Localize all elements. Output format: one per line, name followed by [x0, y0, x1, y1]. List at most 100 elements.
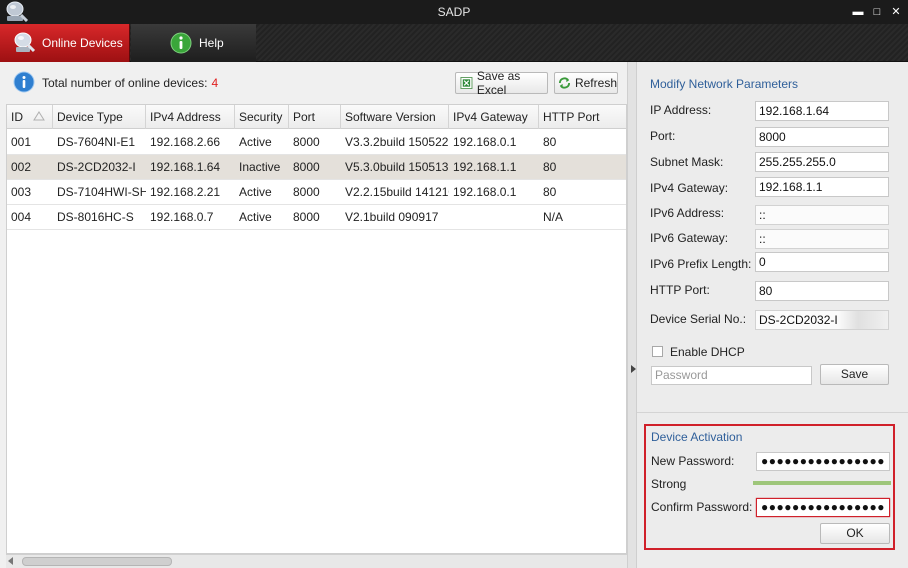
- info-icon: [170, 32, 192, 54]
- password-strength-label: Strong: [651, 477, 687, 491]
- tab-bar: Online Devices Help: [0, 24, 908, 62]
- cell-http-port: 80: [543, 185, 557, 199]
- enable-dhcp-label: Enable DHCP: [670, 345, 745, 359]
- subnet-mask-field[interactable]: 255.255.255.0: [755, 152, 889, 172]
- cell-software-version: V2.1build 090917: [345, 210, 439, 224]
- refresh-icon: [558, 77, 571, 89]
- ipv6-gateway-label: IPv6 Gateway:: [650, 231, 729, 245]
- cell-security: Active: [239, 135, 272, 149]
- cell-ipv4-address: 192.168.2.21: [150, 185, 221, 199]
- ip-address-field[interactable]: 192.168.1.64: [755, 101, 889, 121]
- sadp-window: SADP ▬ □ ✕ Online Devices Help Total num…: [0, 0, 908, 568]
- close-button[interactable]: ✕: [889, 5, 903, 19]
- maximize-button[interactable]: □: [870, 5, 884, 19]
- port-label: Port:: [650, 129, 676, 143]
- ipv6-address-label: IPv6 Address:: [650, 206, 725, 220]
- cell-ipv4-address: 192.168.0.7: [150, 210, 214, 224]
- cell-ipv4-address: 192.168.1.64: [150, 160, 221, 174]
- cell-port: 8000: [293, 210, 320, 224]
- table-row[interactable]: 003 DS-7104HWI-SH 192.168.2.21 Active 80…: [7, 180, 626, 205]
- column-header-port[interactable]: Port: [289, 105, 341, 129]
- device-toolbar: Total number of online devices: 4 Save as…: [0, 62, 627, 102]
- cell-ipv4-address: 192.168.2.66: [150, 135, 221, 149]
- column-header-device-type[interactable]: Device Type: [53, 105, 146, 129]
- total-devices-count: 4: [211, 76, 219, 90]
- cell-ipv4-gateway: 192.168.0.1: [453, 135, 517, 149]
- column-header-id-label: ID: [11, 110, 23, 124]
- column-header-security[interactable]: Security: [235, 105, 289, 129]
- device-serial-value: DS-2CD2032-I: [759, 313, 838, 327]
- cell-device-type: DS-7104HWI-SH: [57, 185, 146, 199]
- table-row[interactable]: 001 DS-7604NI-E1 192.168.2.66 Active 800…: [7, 130, 626, 155]
- total-devices-text: Total number of online devices: 4: [42, 76, 218, 90]
- column-header-software-version[interactable]: Software Version: [341, 105, 449, 129]
- cell-device-type: DS-2CD2032-I: [57, 160, 136, 174]
- window-title: SADP: [437, 5, 471, 19]
- total-devices-label: Total number of online devices:: [42, 76, 208, 90]
- cell-ipv4-gateway: [449, 205, 539, 230]
- ipv4-gateway-field[interactable]: 192.168.1.1: [755, 177, 889, 197]
- device-activation-panel: Device Activation New Password: ●●●●●●●●…: [644, 424, 895, 550]
- tab-help[interactable]: Help: [131, 24, 256, 62]
- sort-ascending-icon: [33, 111, 45, 121]
- minimize-button[interactable]: ▬: [851, 5, 865, 19]
- refresh-button[interactable]: Refresh: [554, 72, 618, 94]
- serial-redaction: [838, 311, 888, 329]
- cell-http-port: 80: [543, 135, 557, 149]
- confirm-password-field[interactable]: ●●●●●●●●●●●●●●●●: [756, 498, 890, 517]
- port-field[interactable]: 8000: [755, 127, 889, 147]
- cell-ipv4-gateway: 192.168.0.1: [453, 185, 517, 199]
- horizontal-scrollbar[interactable]: [6, 554, 627, 568]
- cell-http-port: 80: [543, 160, 557, 174]
- new-password-field[interactable]: ●●●●●●●●●●●●●●●●: [756, 452, 890, 471]
- tab-online-devices[interactable]: Online Devices: [0, 24, 130, 62]
- enable-dhcp-checkbox[interactable]: [652, 346, 663, 357]
- column-header-http-port[interactable]: HTTP Port: [539, 105, 626, 129]
- column-header-id[interactable]: ID: [7, 105, 53, 129]
- ipv4-gateway-label: IPv4 Gateway:: [650, 181, 729, 195]
- column-header-ipv4-gateway[interactable]: IPv4 Gateway: [449, 105, 539, 129]
- scrollbar-thumb[interactable]: [22, 557, 172, 566]
- cell-id: 003: [11, 185, 32, 199]
- http-port-label: HTTP Port:: [650, 283, 710, 297]
- section-divider: [637, 412, 908, 413]
- cell-security: Inactive: [239, 160, 281, 174]
- pane-splitter[interactable]: [627, 62, 637, 568]
- collapse-arrow-icon[interactable]: [631, 365, 636, 373]
- title-bar: SADP ▬ □ ✕: [0, 0, 908, 24]
- password-strength-bar: [753, 481, 891, 485]
- table-header: ID Device Type IPv4 Address Security Por…: [7, 105, 626, 129]
- ipv6-gateway-field[interactable]: ::: [755, 229, 889, 249]
- save-button[interactable]: Save: [820, 364, 889, 385]
- cell-security: Active: [239, 185, 272, 199]
- device-table: ID Device Type IPv4 Address Security Por…: [6, 104, 627, 554]
- new-password-label: New Password:: [651, 454, 735, 468]
- refresh-label: Refresh: [574, 76, 617, 90]
- cell-ipv4-gateway: 192.168.1.1: [453, 160, 517, 174]
- cell-port: 8000: [293, 185, 320, 199]
- ip-address-label: IP Address:: [650, 103, 712, 117]
- cell-device-type: DS-7604NI-E1: [57, 135, 136, 149]
- table-row[interactable]: 004 DS-8016HC-S 192.168.0.7 Active 8000 …: [7, 205, 626, 230]
- column-header-ipv4-address[interactable]: IPv4 Address: [146, 105, 235, 129]
- cell-software-version: V2.2.15build 141210: [345, 185, 449, 199]
- cell-port: 8000: [293, 135, 320, 149]
- cell-port: 8000: [293, 160, 320, 174]
- parameters-pane: Modify Network Parameters IP Address: 19…: [637, 62, 908, 568]
- cell-id: 001: [11, 135, 32, 149]
- table-row-selected[interactable]: 002 DS-2CD2032-I 192.168.1.64 Inactive 8…: [7, 155, 626, 180]
- ipv6-prefix-length-field[interactable]: 0: [755, 252, 889, 272]
- ok-button[interactable]: OK: [820, 523, 890, 544]
- info-icon: [13, 71, 35, 93]
- ipv6-address-field[interactable]: ::: [755, 205, 889, 225]
- device-activation-title: Device Activation: [651, 430, 743, 444]
- excel-icon: [460, 77, 473, 89]
- save-as-excel-button[interactable]: Save as Excel: [455, 69, 548, 97]
- save-as-excel-label: Save as Excel: [476, 69, 521, 97]
- device-serial-field[interactable]: DS-2CD2032-I: [755, 310, 889, 330]
- cell-id: 004: [11, 210, 32, 224]
- scroll-left-icon[interactable]: [8, 557, 13, 565]
- cell-http-port: N/A: [543, 210, 564, 224]
- http-port-field[interactable]: 80: [755, 281, 889, 301]
- admin-password-input[interactable]: Password: [651, 366, 812, 385]
